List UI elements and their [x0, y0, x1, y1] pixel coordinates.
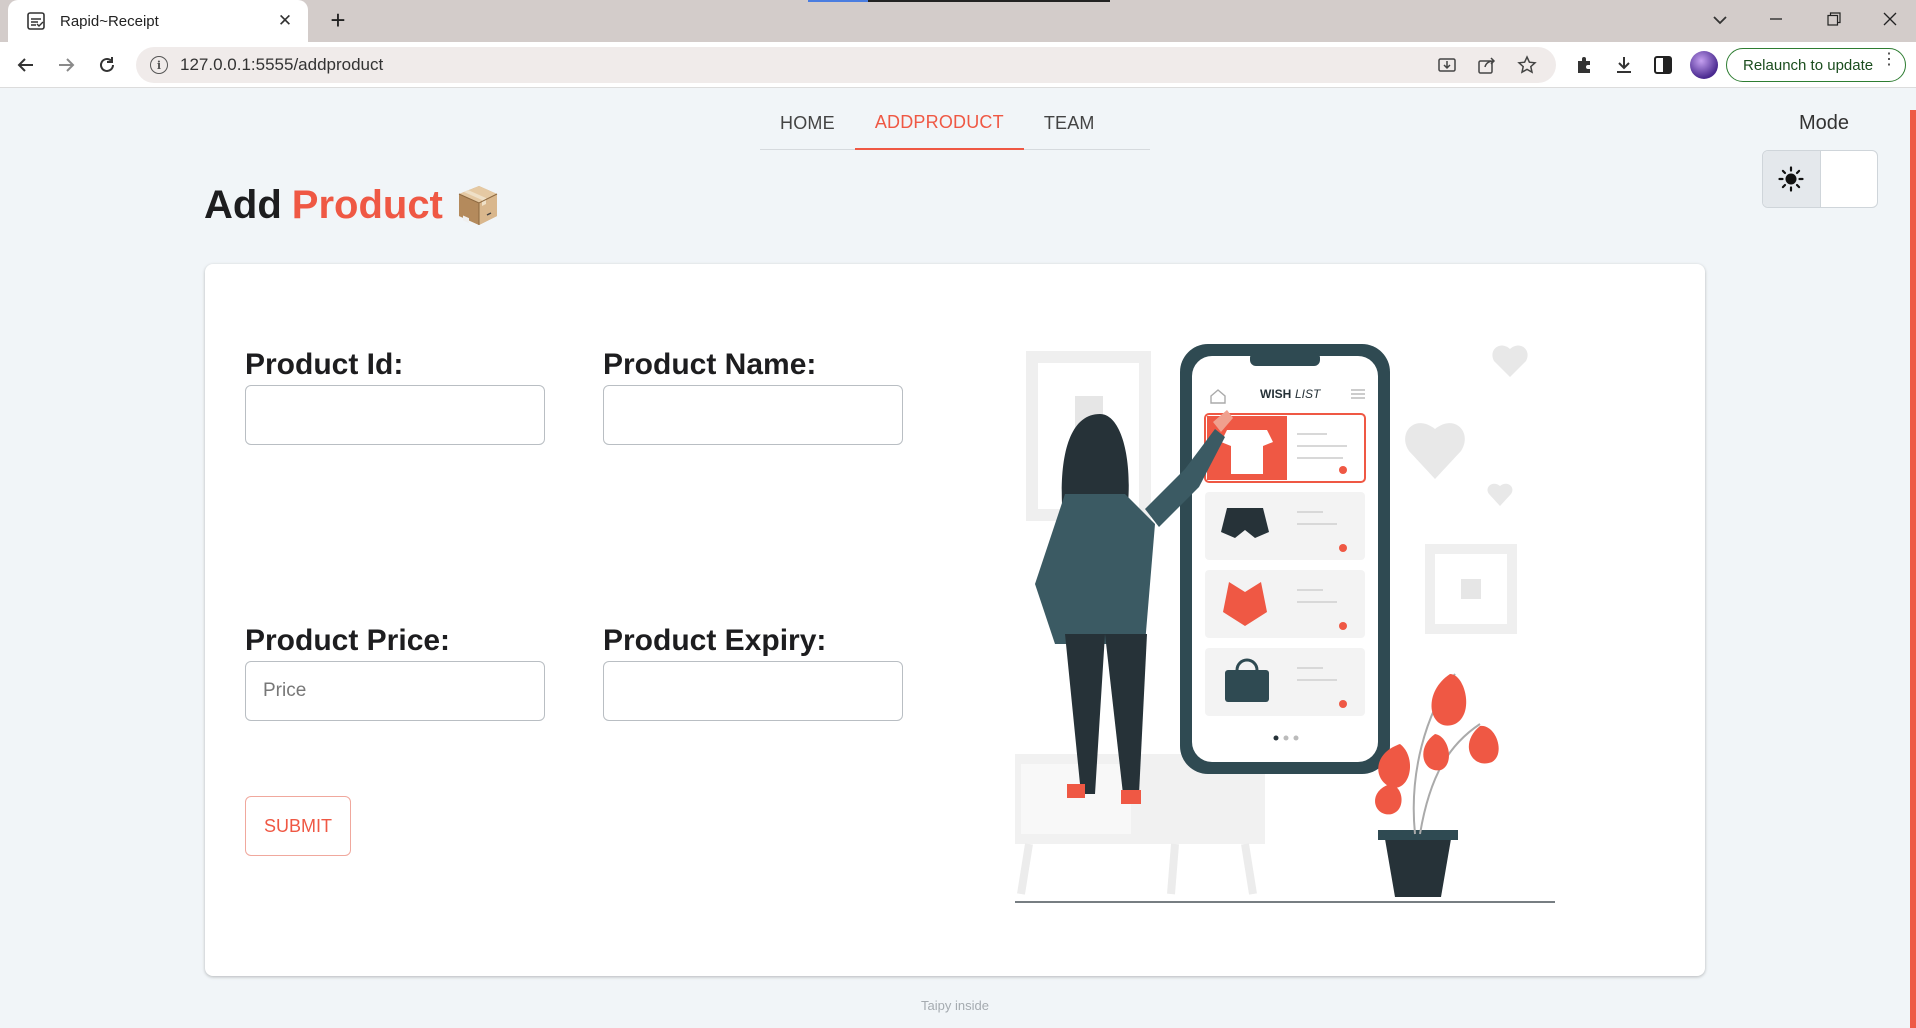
reload-icon[interactable] — [91, 49, 123, 81]
theme-mode-switch: Mode — [1762, 112, 1878, 208]
share-icon[interactable] — [1476, 54, 1498, 76]
receipt-favicon-icon — [27, 12, 45, 30]
page-scroll-indicator — [1910, 110, 1916, 1028]
page-title-accent: Product — [291, 182, 443, 227]
product-price-input[interactable] — [245, 661, 545, 721]
extensions-puzzle-icon[interactable] — [1573, 53, 1597, 77]
mode-label: Mode — [1798, 112, 1850, 134]
main-navigation: HOME ADDPRODUCT TEAM — [760, 96, 1150, 150]
footer-taipy-note: Taipy inside — [921, 998, 989, 1013]
package-box-icon — [458, 186, 498, 225]
tab-drag-indicator — [808, 0, 1110, 2]
page-title-prefix: Add — [204, 182, 282, 227]
browser-tab-strip: Rapid~Receipt ✕ + — [0, 0, 1916, 42]
downloads-icon[interactable] — [1612, 53, 1636, 77]
address-url: 127.0.0.1:5555/addproduct — [180, 55, 384, 74]
close-window-icon[interactable] — [1860, 0, 1916, 38]
page-title: Add Product — [204, 180, 503, 230]
minimize-window-icon[interactable] — [1746, 0, 1806, 38]
product-id-label: Product Id: — [245, 348, 404, 381]
back-arrow-icon[interactable] — [10, 49, 42, 81]
product-price-label: Product Price: — [245, 624, 451, 657]
nav-item-addproduct[interactable]: ADDPRODUCT — [854, 96, 1024, 150]
profile-avatar[interactable] — [1690, 51, 1718, 79]
relaunch-label: Relaunch to update — [1743, 56, 1874, 74]
submit-button[interactable]: SUBMIT — [245, 796, 351, 856]
browser-toolbar: i 127.0.0.1:5555/addproduct Relaunch to … — [0, 42, 1916, 88]
install-app-icon[interactable] — [1436, 54, 1458, 76]
wishlist-title-bold: WISH — [1260, 387, 1291, 401]
wishlist-shopping-illustration: WISH LIST — [1015, 344, 1555, 903]
product-expiry-label: Product Expiry: — [603, 624, 827, 657]
moon-icon — [1844, 168, 1856, 190]
product-id-input[interactable] — [245, 385, 545, 445]
light-mode-button[interactable] — [1763, 151, 1821, 207]
product-expiry-input[interactable] — [603, 661, 903, 721]
browser-tab-active[interactable]: Rapid~Receipt ✕ — [8, 0, 308, 42]
sun-icon — [1778, 166, 1804, 192]
mode-toggle-group — [1762, 150, 1878, 208]
tab-search-chevron-icon[interactable] — [1708, 8, 1732, 32]
side-panel-icon[interactable] — [1651, 53, 1675, 77]
add-product-card: Product Id: Product Name: Product Price:… — [205, 264, 1705, 976]
address-bar[interactable]: i 127.0.0.1:5555/addproduct — [136, 47, 1556, 83]
tab-title: Rapid~Receipt — [60, 12, 159, 30]
dark-mode-button[interactable] — [1821, 151, 1878, 207]
new-tab-icon[interactable]: + — [322, 6, 354, 36]
bookmark-star-icon[interactable] — [1516, 54, 1538, 76]
nav-item-team[interactable]: TEAM — [1024, 96, 1115, 150]
site-info-icon[interactable]: i — [150, 56, 168, 74]
forward-arrow-icon[interactable] — [50, 49, 82, 81]
product-name-label: Product Name: — [603, 348, 817, 381]
more-menu-icon[interactable]: ⋮ — [1881, 52, 1897, 68]
close-tab-icon[interactable]: ✕ — [274, 11, 296, 31]
nav-item-home[interactable]: HOME — [760, 96, 855, 150]
wishlist-title-light: LIST — [1295, 387, 1322, 401]
restore-window-icon[interactable] — [1804, 0, 1864, 38]
relaunch-to-update-button[interactable]: Relaunch to update ⋮ — [1726, 48, 1906, 82]
product-name-input[interactable] — [603, 385, 903, 445]
